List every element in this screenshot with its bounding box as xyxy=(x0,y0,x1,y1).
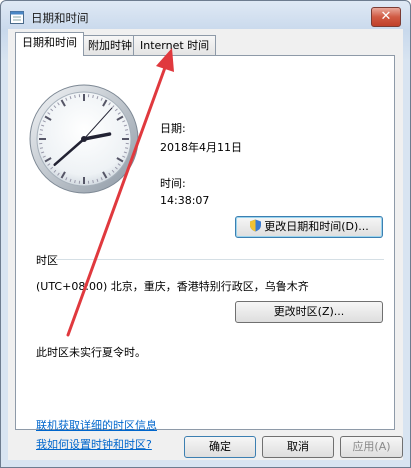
analog-clock xyxy=(29,84,139,194)
timezone-divider xyxy=(56,259,384,260)
date-time-dialog: 日期和时间 ✕ 日期和时间 附加时钟 Internet 时间 日期: 2018年… xyxy=(0,0,411,468)
clock-minute-tick xyxy=(39,129,44,131)
time-value: 14:38:07 xyxy=(160,194,210,207)
tab-internet-time[interactable]: Internet 时间 xyxy=(133,35,217,55)
clock-minute-tick xyxy=(124,129,129,131)
calendar-clock-icon xyxy=(10,11,24,24)
title-bar: 日期和时间 ✕ xyxy=(1,1,410,31)
window-title: 日期和时间 xyxy=(31,11,89,25)
change-date-time-label: 更改日期和时间(D)... xyxy=(264,220,369,233)
uac-shield-icon xyxy=(250,219,262,232)
cancel-button[interactable]: 取消 xyxy=(262,436,334,458)
change-date-time-button[interactable]: 更改日期和时间(D)... xyxy=(235,216,383,238)
timezone-heading: 时区 xyxy=(36,254,58,267)
tab-additional-clocks[interactable]: 附加时钟 xyxy=(81,35,139,55)
time-label: 时间: xyxy=(160,177,186,190)
clock-minute-tick xyxy=(92,94,94,99)
ok-button[interactable]: 确定 xyxy=(184,436,256,458)
dst-note: 此时区未实行夏令时。 xyxy=(36,346,146,359)
clock-minute-tick xyxy=(92,179,94,184)
timezone-value: (UTC+08:00) 北京，重庆，香港特别行政区，乌鲁木齐 xyxy=(36,280,309,293)
apply-button[interactable]: 应用(A) xyxy=(340,436,403,458)
tab-date-time[interactable]: 日期和时间 xyxy=(15,32,84,56)
clock-minute-tick xyxy=(74,179,76,184)
date-label: 日期: xyxy=(160,122,186,135)
clock-minute-tick xyxy=(39,147,44,149)
change-timezone-button[interactable]: 更改时区(Z)... xyxy=(235,301,383,323)
tab-panel: 日期: 2018年4月11日 时间: 14:38:07 更改日期和时间(D)..… xyxy=(15,55,395,451)
how-to-link[interactable]: 我如何设置时钟和时区? xyxy=(36,436,152,452)
date-value: 2018年4月11日 xyxy=(160,141,242,154)
timezone-info-link[interactable]: 联机获取详细的时区信息 xyxy=(36,417,157,433)
dialog-client: 日期和时间 附加时钟 Internet 时间 日期: 2018年4月11日 时间… xyxy=(8,29,403,460)
clock-minute-tick xyxy=(124,147,129,149)
clock-minute-tick xyxy=(74,94,76,99)
close-button[interactable]: ✕ xyxy=(371,7,401,27)
